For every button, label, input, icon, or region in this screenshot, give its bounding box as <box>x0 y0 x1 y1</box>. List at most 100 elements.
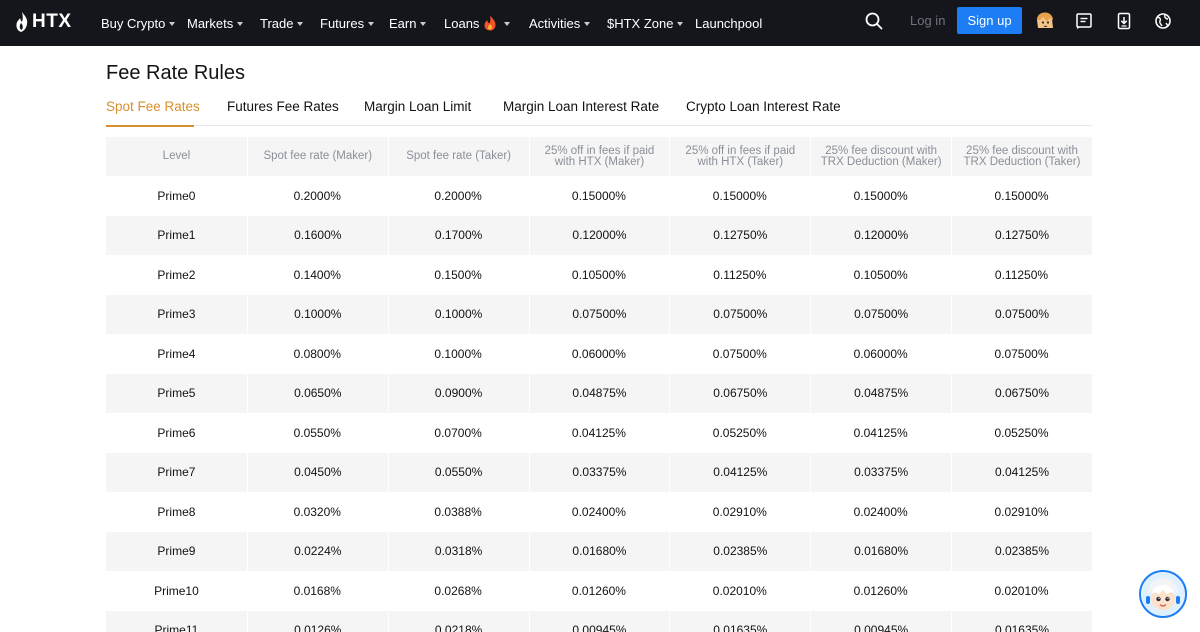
chevron-down-icon <box>420 21 427 26</box>
table-cell: 0.01680% <box>528 531 670 571</box>
table-row: Prime11 0.0126% 0.0218% 0.00945% 0.01635… <box>106 610 1092 632</box>
table-cell: 0.1000% <box>246 294 388 334</box>
notes-icon[interactable] <box>1074 11 1094 31</box>
table-cell: 0.0900% <box>387 373 529 413</box>
download-icon[interactable] <box>1114 11 1134 31</box>
column-header-spot-maker: Spot fee rate (Maker) <box>246 137 388 176</box>
tab-label: Crypto Loan Interest Rate <box>686 99 841 114</box>
table-cell: 0.12750% <box>951 215 1092 255</box>
table-row: Prime10 0.0168% 0.0268% 0.01260% 0.02010… <box>106 571 1092 611</box>
table-cell: 0.03375% <box>528 452 670 492</box>
table-row: Prime6 0.0550% 0.0700% 0.04125% 0.05250%… <box>106 413 1092 453</box>
table-cell: 0.2000% <box>434 188 482 203</box>
table-cell: 0.1600% <box>246 215 388 255</box>
nav-item-buy-crypto[interactable]: Buy Crypto <box>101 0 176 46</box>
table-row: Prime4 0.0800% 0.1000% 0.06000% 0.07500%… <box>106 334 1092 374</box>
table-cell: 0.0800% <box>293 346 341 361</box>
table-cell: 0.04875% <box>810 373 951 413</box>
page-title: Fee Rate Rules <box>106 62 245 84</box>
tab-label: Margin Loan Interest Rate <box>503 99 660 114</box>
table-cell: 0.0318% <box>387 531 529 571</box>
nav-item-htx-zone[interactable]: $HTX Zone <box>607 0 684 46</box>
user-avatar-icon[interactable] <box>1034 10 1056 32</box>
table-cell: 0.00945% <box>810 610 951 632</box>
table-cell: 0.04125% <box>571 425 626 440</box>
nav-item-markets[interactable]: Markets <box>187 0 244 46</box>
table-cell: 0.01635% <box>951 610 1092 632</box>
nav-label: $HTX Zone <box>607 15 674 31</box>
level-cell: Prime10 <box>154 583 199 598</box>
table-cell: 0.06000% <box>853 346 908 361</box>
tab-label: Spot Fee Rates <box>106 99 200 114</box>
tab-margin-loan-interest-rate[interactable]: Margin Loan Interest Rate <box>503 99 659 126</box>
level-cell: Prime8 <box>157 504 196 519</box>
table-cell: 0.0218% <box>387 610 529 632</box>
table-cell: 0.06750% <box>669 373 810 413</box>
table-cell: 0.05250% <box>712 425 767 440</box>
tab-spot-fee-rates[interactable]: Spot Fee Rates <box>106 99 200 127</box>
table-cell: 0.0320% <box>293 504 341 519</box>
table-cell: 0.11250% <box>713 267 767 282</box>
table-cell: 0.01635% <box>669 610 810 632</box>
table-cell: 0.06000% <box>571 346 626 361</box>
signup-button[interactable]: Sign up <box>957 7 1022 34</box>
level-cell: Prime3 <box>157 307 196 322</box>
nav-item-activities[interactable]: Activities <box>529 0 591 46</box>
support-chat-button[interactable] <box>1139 570 1187 618</box>
table-cell: 0.07500% <box>951 294 1092 334</box>
level-cell: Prime9 <box>157 544 196 559</box>
nav-item-trade[interactable]: Trade <box>260 0 304 46</box>
nav-item-futures[interactable]: Futures <box>320 0 375 46</box>
level-cell: Prime4 <box>157 346 196 361</box>
search-icon[interactable] <box>864 11 884 31</box>
table-cell: 0.02010% <box>994 583 1049 598</box>
table-cell: 0.05250% <box>994 425 1049 440</box>
table-cell: 0.11250% <box>994 267 1049 282</box>
login-link[interactable]: Log in <box>910 0 945 41</box>
table-cell: 0.1000% <box>387 294 529 334</box>
nav-label: Trade <box>260 15 294 31</box>
table-row: Prime5 0.0650% 0.0900% 0.04875% 0.06750%… <box>106 373 1092 413</box>
table-cell: 0.04875% <box>528 373 670 413</box>
tab-crypto-loan-interest-rate[interactable]: Crypto Loan Interest Rate <box>686 99 841 126</box>
tab-margin-loan-limit[interactable]: Margin Loan Limit <box>364 99 471 126</box>
table-header-row: Level Spot fee rate (Maker) Spot fee rat… <box>106 137 1092 176</box>
chevron-down-icon <box>169 21 176 26</box>
level-cell: Prime6 <box>157 425 196 440</box>
table-cell: 0.0650% <box>246 373 388 413</box>
level-cell: Prime5 <box>157 386 196 401</box>
nav-label: Earn <box>389 15 417 31</box>
nav-label: Activities <box>529 15 581 31</box>
fee-tabs: Spot Fee Rates Futures Fee Rates Margin … <box>106 99 1092 127</box>
htx-flame-logo-icon <box>16 12 28 32</box>
tab-futures-fee-rates[interactable]: Futures Fee Rates <box>227 99 339 126</box>
table-cell: 0.04125% <box>669 452 810 492</box>
chevron-down-icon <box>677 21 684 26</box>
table-cell: 0.02910% <box>712 504 767 519</box>
table-cell: 0.02400% <box>853 504 908 519</box>
table-cell: 0.01260% <box>853 583 908 598</box>
table-cell: 0.0168% <box>293 583 341 598</box>
column-header-htx-taker: 25% off in fees if paid with HTX (Taker) <box>669 137 811 176</box>
table-cell: 0.0550% <box>387 452 529 492</box>
table-row: Prime1 0.1600% 0.1700% 0.12000% 0.12750%… <box>106 215 1092 255</box>
globe-icon[interactable] <box>1153 11 1173 31</box>
table-cell: 0.10500% <box>853 267 908 282</box>
top-navigation-bar: HTX Buy Crypto Markets Trade Futures Ear… <box>0 0 1200 46</box>
table-cell: 0.0700% <box>434 425 482 440</box>
table-cell: 0.07500% <box>810 294 951 334</box>
table-cell: 0.1000% <box>434 346 482 361</box>
htx-logo[interactable]: HTX <box>14 10 72 34</box>
table-row: Prime3 0.1000% 0.1000% 0.07500% 0.07500%… <box>106 294 1092 334</box>
table-cell: 0.12000% <box>528 215 670 255</box>
table-cell: 0.0126% <box>246 610 388 632</box>
nav-item-earn[interactable]: Earn <box>389 0 427 46</box>
table-cell: 0.1400% <box>293 267 341 282</box>
nav-label: Buy Crypto <box>101 15 166 31</box>
table-cell: 0.2000% <box>293 188 341 203</box>
chevron-down-icon <box>504 21 511 26</box>
table-cell: 0.0388% <box>434 504 482 519</box>
nav-item-loans[interactable]: Loans <box>444 0 511 46</box>
nav-item-launchpool[interactable]: Launchpool <box>695 0 762 46</box>
level-cell: Prime2 <box>157 267 196 282</box>
